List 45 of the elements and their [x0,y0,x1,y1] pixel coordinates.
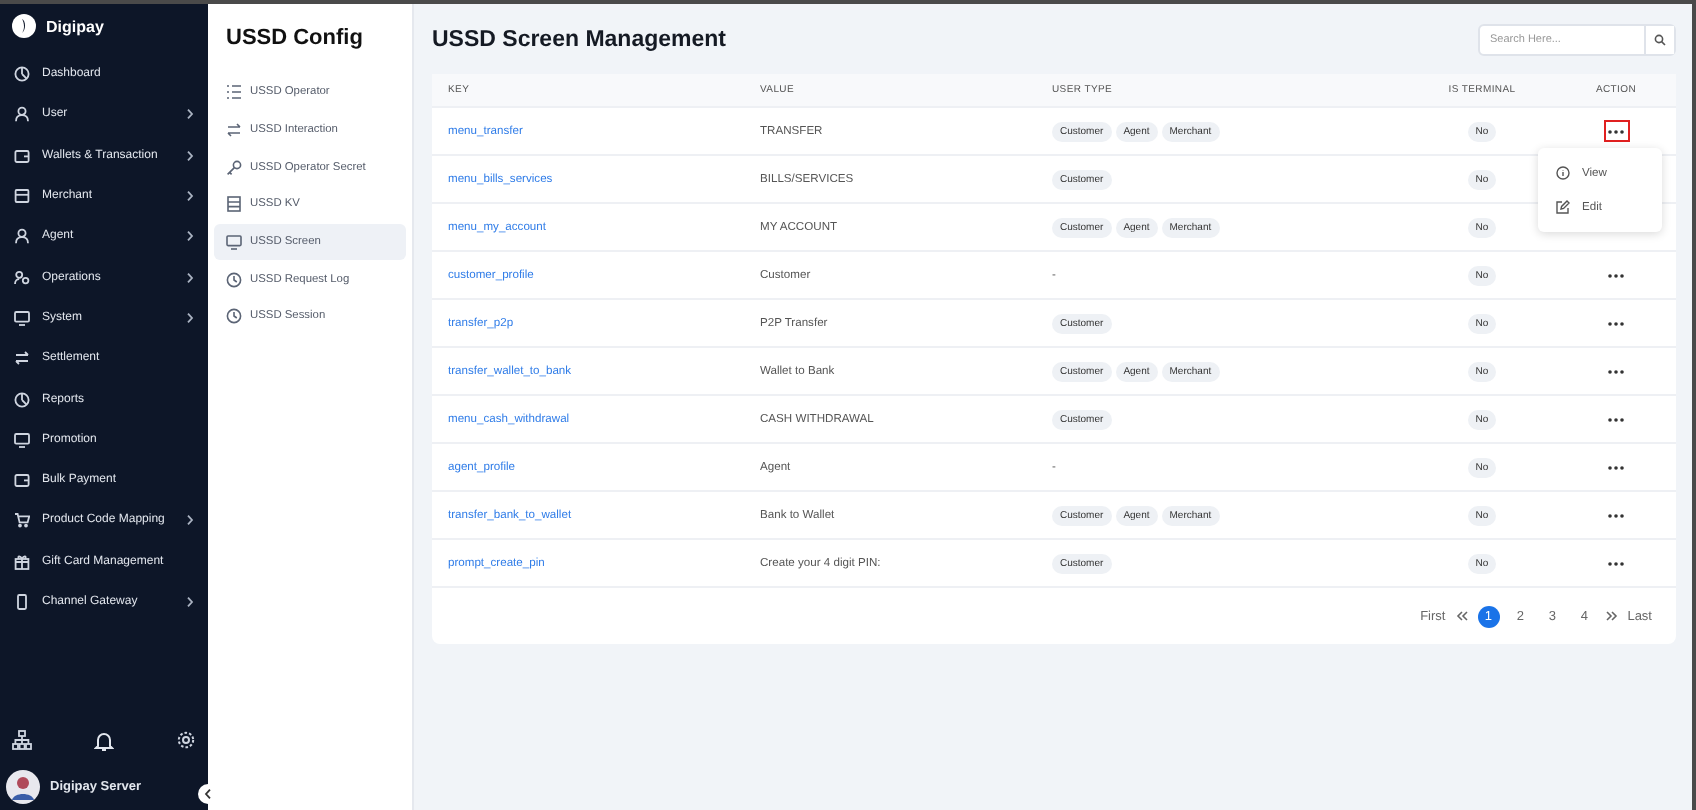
chevron-right-icon [186,596,194,608]
bell-icon[interactable] [94,729,114,751]
arrows-icon [226,122,242,139]
chevron-right-icon [186,190,194,203]
search-icon [1654,33,1666,45]
logo-icon [12,14,36,38]
monitor-icon [14,309,30,326]
clock-icon [226,308,242,325]
list-icon [226,84,242,101]
search-button[interactable] [1644,25,1674,53]
table-icon [226,196,242,213]
key-icon [226,159,242,176]
arrows-icon [14,350,30,367]
chevron-left-icon [204,788,212,800]
chevrons-left-icon[interactable] [1455,610,1468,622]
wallet-icon [14,147,30,164]
chevron-right-icon [186,149,194,162]
avatar [6,770,40,804]
edit-icon [1556,200,1570,214]
page-title: USSD Screen Management [432,27,726,51]
chevron-right-icon [186,514,194,527]
chevron-right-icon [186,311,194,324]
chevron-right-icon [186,271,194,284]
chevron-right-icon [186,108,194,121]
phone-icon [14,594,30,610]
info-icon [1556,166,1570,180]
gift-icon [14,553,30,570]
brand-name: Digipay [46,17,104,35]
person-icon [14,106,30,123]
people-icon [14,269,30,286]
panel-title: USSD Config [224,24,365,54]
monitor-icon [226,234,242,251]
cart-icon [14,512,30,529]
monitor-icon [14,431,30,448]
settings-icon[interactable] [176,730,196,750]
chevrons-right-icon[interactable] [1605,610,1618,622]
store-icon [14,188,30,205]
person-icon [14,228,30,245]
pie-chart-icon [14,391,30,408]
gauge-icon [14,66,30,83]
chevron-right-icon [186,230,194,243]
more-button[interactable] [1603,120,1629,142]
history-icon [226,271,242,288]
wallet-icon [14,472,30,489]
sitemap-icon[interactable] [12,730,32,750]
